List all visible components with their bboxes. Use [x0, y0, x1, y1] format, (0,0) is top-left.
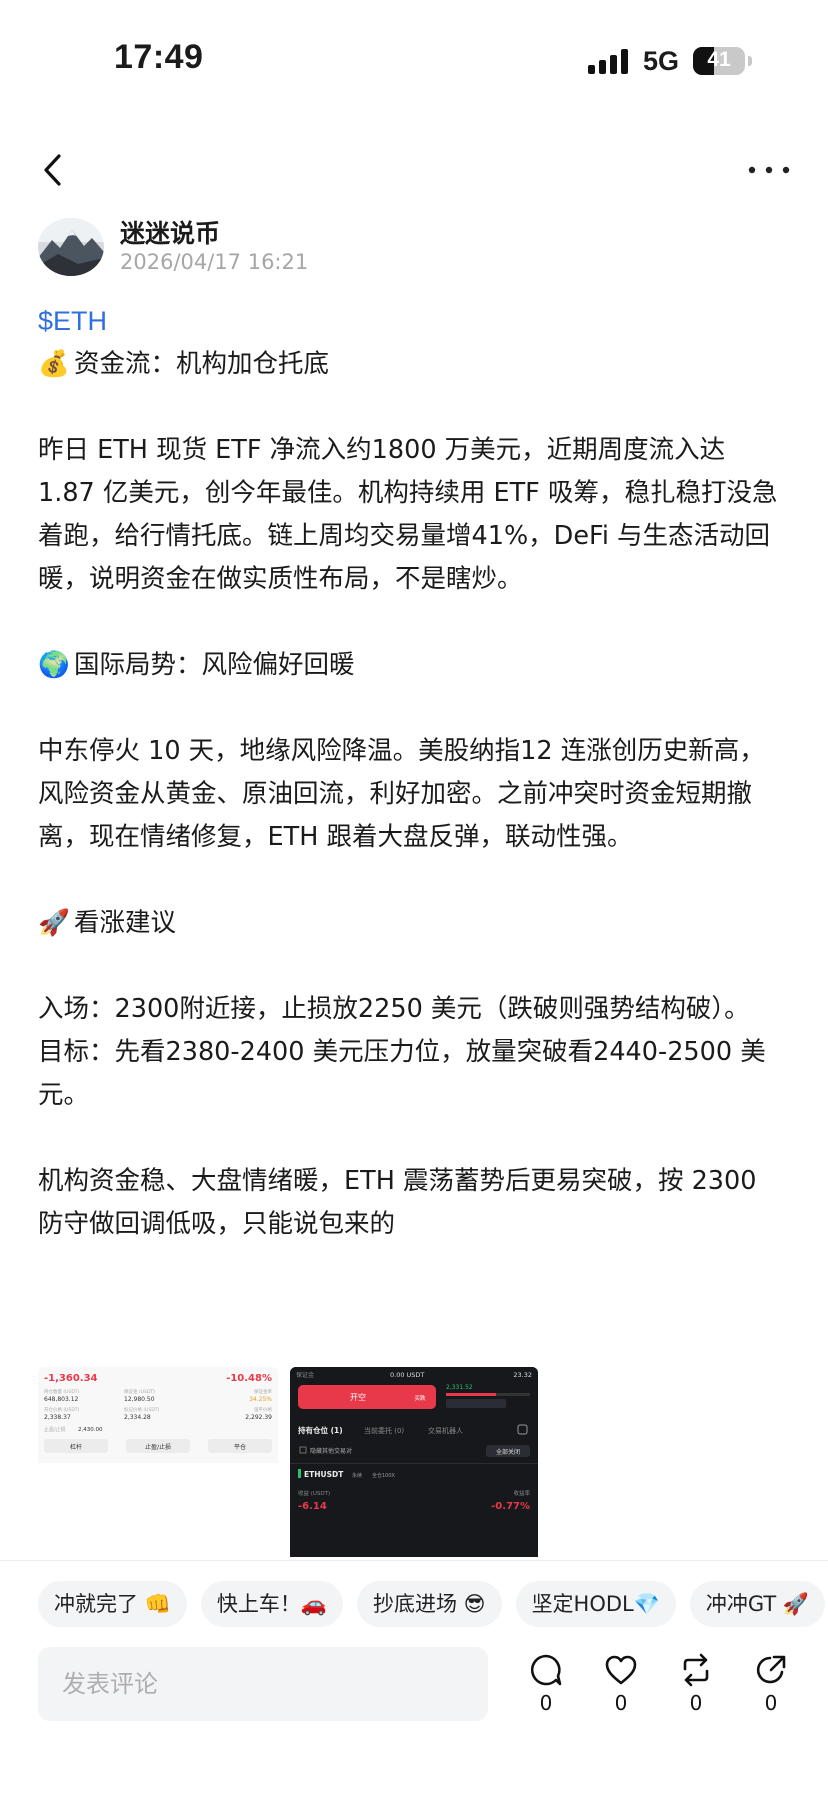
- quick-reply-chip[interactable]: 抄底进场 😎: [356, 1581, 502, 1627]
- paragraph-entry: 入场：2300附近接，止损放2250 美元（跌破则强势结构破）。: [38, 994, 750, 1024]
- shot2-label-left: 收益 (USDT): [298, 1489, 330, 1497]
- status-bar: 17:49 5G 41: [0, 0, 828, 120]
- post-time: 2026/04/17 16:21: [120, 250, 309, 274]
- shot2-open-btn: 开空: [350, 1392, 366, 1402]
- repost-button[interactable]: 0: [671, 1653, 721, 1715]
- network-type: 5G: [643, 46, 680, 76]
- shot2-tab-positions: 持有仓位 (1): [298, 1425, 343, 1435]
- shot1-extra: 2,430.00: [78, 1427, 103, 1433]
- comment-input[interactable]: [38, 1647, 462, 1721]
- more-button[interactable]: [744, 155, 794, 185]
- avatar[interactable]: [38, 218, 104, 276]
- battery-tip: [748, 56, 752, 66]
- svg-text:强平价格: 强平价格: [254, 1406, 272, 1413]
- section-heading-text: 看涨建议: [74, 908, 177, 938]
- shot2-label-right: 收益率: [513, 1489, 530, 1497]
- svg-text:保证金 (USDT): 保证金 (USDT): [124, 1388, 155, 1395]
- quick-reply-chip[interactable]: 冲冲GT 🚀: [689, 1581, 826, 1627]
- quick-reply-chip[interactable]: 快上车！🚗: [200, 1581, 343, 1627]
- shot1-r2c3: 2,292.39: [245, 1414, 272, 1421]
- bottom-bar: 冲就完了 👊 快上车！🚗 抄底进场 😎 坚定HODL💎 冲冲GT 🚀 0 0 0 0: [0, 1560, 828, 1801]
- section-heading-global: 🌍 国际局势：风险偏好回暖: [38, 644, 790, 687]
- shot2-pair-tag2: 全仓100X: [372, 1472, 396, 1479]
- quick-reply-list: 冲就完了 👊 快上车！🚗 抄底进场 😎 坚定HODL💎 冲冲GT 🚀: [38, 1581, 828, 1627]
- shot2-pair-tag1: 永续: [352, 1472, 362, 1479]
- shot1-r1c1: 648,803.12: [44, 1396, 79, 1403]
- trading-app-screenshot: 保证金 0.00 USDT 23.32 开空 买跌 2,331.52 持有仓位 …: [290, 1367, 538, 1557]
- comment-bubble-icon: [530, 1654, 562, 1686]
- shot2-pct: -0.77%: [491, 1501, 530, 1512]
- comment-button[interactable]: 0: [521, 1653, 571, 1715]
- repost-icon: [683, 1653, 709, 1687]
- repost-count: 0: [689, 1691, 703, 1715]
- battery-icon: 41: [693, 47, 745, 75]
- position-summary-screenshot: -1,360.34 -10.48% 持仓数量 (USDT) 保证金 (USDT)…: [38, 1367, 278, 1557]
- shot2-hide-other: 隐藏其他交易对: [310, 1447, 352, 1455]
- ticker-link[interactable]: $ETH: [38, 300, 790, 343]
- shot2-top-mid: 0.00 USDT: [390, 1371, 424, 1379]
- shot1-r1c2: 12,980.50: [124, 1396, 155, 1403]
- shot2-open-sub: 买跌: [414, 1394, 426, 1402]
- paragraph-target: 目标：先看2380-2400 美元压力位，放量突破看2440-2500 美元。: [38, 1037, 766, 1110]
- battery-level: 41: [707, 48, 731, 71]
- share-count: 0: [764, 1691, 778, 1715]
- rocket-icon: 🚀: [38, 908, 70, 938]
- author-name[interactable]: 迷迷说币: [120, 214, 220, 250]
- shot1-pct: -10.48%: [226, 1373, 272, 1384]
- section-heading-bullish: 🚀 看涨建议: [38, 902, 790, 945]
- shot2-tab-bots: 交易机器人: [428, 1426, 463, 1435]
- chevron-left-icon: [44, 154, 61, 186]
- like-count: 0: [614, 1691, 628, 1715]
- shot2-tab-orders: 当前委托 (0): [364, 1426, 404, 1435]
- comment-count: 0: [539, 1691, 553, 1715]
- svg-text:标记价格 (USDT): 标记价格 (USDT): [124, 1406, 160, 1413]
- shot2-pair: ETHUSDT: [304, 1470, 344, 1479]
- back-button[interactable]: [34, 150, 74, 190]
- paragraph-global: 中东停火 10 天，地缘风险降温。美股纳指12 连涨创历史新高，风险资金从黄金、…: [38, 736, 765, 852]
- shot1-btn-tpsl: 止盈/止损: [145, 1443, 171, 1451]
- more-dots-icon: [748, 166, 790, 174]
- shot2-top-left: 保证金: [296, 1371, 314, 1379]
- quick-reply-chip[interactable]: 坚定HODL💎: [515, 1581, 676, 1627]
- signal-icon: [588, 48, 630, 74]
- section-heading-text: 资金流：机构加仓托底: [74, 349, 330, 379]
- heart-icon: [605, 1655, 637, 1685]
- share-button[interactable]: 0: [746, 1653, 796, 1715]
- status-time: 17:49: [114, 38, 204, 76]
- svg-text:止盈/止损: 止盈/止损: [44, 1426, 66, 1433]
- shot2-close-all: 全部关闭: [496, 1448, 520, 1456]
- post-image-trading[interactable]: 保证金 0.00 USDT 23.32 开空 买跌 2,331.52 持有仓位 …: [290, 1367, 538, 1557]
- section-heading-fundflow: 💰 资金流：机构加仓托底: [38, 343, 790, 386]
- globe-icon: 🌍: [38, 650, 70, 680]
- post-image-positions[interactable]: -1,360.34 -10.48% 持仓数量 (USDT) 保证金 (USDT)…: [38, 1367, 278, 1557]
- paragraph-conclusion: 机构资金稳、大盘情绪暖，ETH 震荡蓄势后更易突破，按 2300 防守做回调低吸…: [38, 1166, 757, 1239]
- shot1-btn-close: 平仓: [234, 1443, 246, 1451]
- shot2-top-right: 23.32: [513, 1371, 532, 1379]
- money-bag-icon: 💰: [38, 349, 70, 379]
- svg-text:保证金率: 保证金率: [254, 1388, 272, 1395]
- shot1-r1c3: 34.25%: [249, 1396, 272, 1403]
- section-heading-text: 国际局势：风险偏好回暖: [74, 650, 355, 680]
- share-icon: [756, 1655, 786, 1684]
- shot2-pnl: -6.14: [298, 1501, 327, 1512]
- shot2-price: 2,331.52: [446, 1384, 473, 1391]
- quick-reply-chip[interactable]: 冲就完了 👊: [38, 1581, 187, 1627]
- shot1-btn-leverage: 杠杆: [70, 1443, 82, 1451]
- like-button[interactable]: 0: [596, 1653, 646, 1715]
- shot1-pnl: -1,360.34: [44, 1373, 98, 1384]
- svg-text:持仓数量 (USDT): 持仓数量 (USDT): [44, 1388, 80, 1395]
- shot1-r2c2: 2,334.28: [124, 1414, 151, 1421]
- paragraph-fundflow: 昨日 ETH 现货 ETF 净流入约1800 万美元，近期周度流入达 1.87 …: [38, 435, 778, 594]
- avatar-mountain-image: [38, 218, 104, 276]
- comment-box: [38, 1647, 488, 1721]
- svg-text:开仓价格 (USDT): 开仓价格 (USDT): [44, 1406, 80, 1413]
- post-content: $ETH 💰 资金流：机构加仓托底 昨日 ETH 现货 ETF 净流入约1800 …: [38, 300, 790, 1246]
- shot1-r2c1: 2,338.37: [44, 1414, 71, 1421]
